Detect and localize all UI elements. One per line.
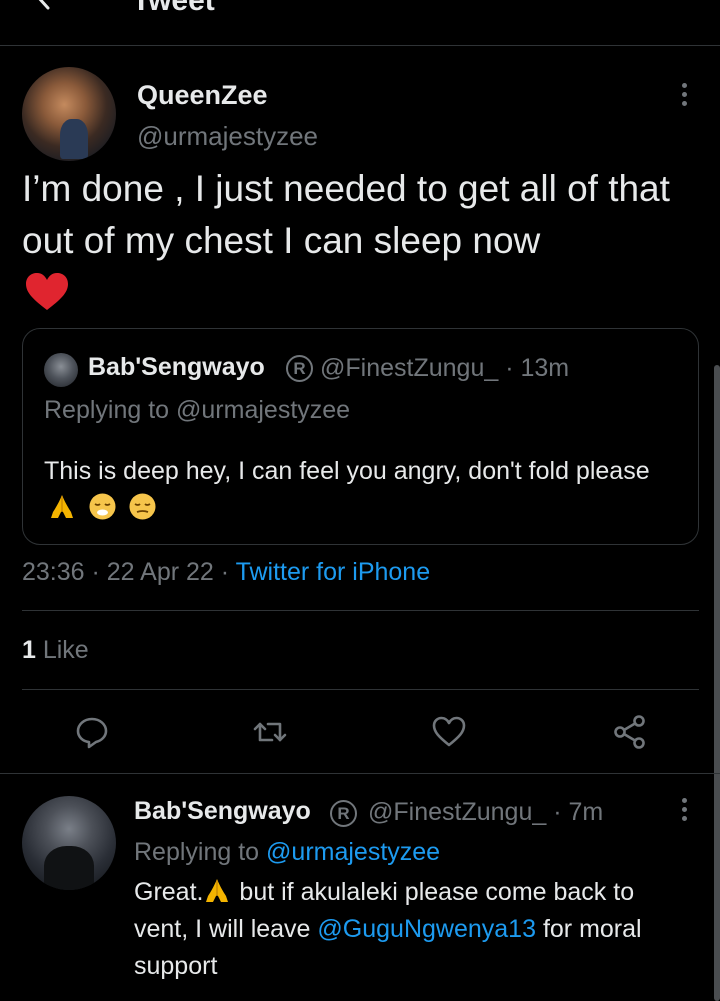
author-handle[interactable]: @urmajestyzee — [137, 121, 318, 152]
tweet-source-link[interactable]: Twitter for iPhone — [236, 558, 431, 586]
tweet-meta: 23:36 · 22 Apr 22 · Twitter for iPhone — [22, 558, 431, 586]
back-arrow-icon[interactable] — [28, 0, 58, 12]
more-vertical-icon[interactable] — [680, 83, 688, 111]
folded-hands-emoji — [51, 495, 73, 518]
author-name[interactable]: QueenZee — [137, 80, 268, 111]
divider — [22, 689, 699, 690]
tweet-text: I’m done , I just needed to get all of t… — [22, 168, 670, 261]
quoted-author-handle: @FinestZungu_ · 13m — [320, 354, 570, 382]
reply-author-avatar[interactable] — [22, 796, 116, 890]
like-icon[interactable] — [431, 714, 467, 750]
scrollbar[interactable] — [714, 365, 720, 1001]
quoted-author-avatar — [44, 353, 78, 387]
heart-emoji — [26, 273, 68, 310]
quoted-author-name: Bab'Sengwayo — [88, 353, 265, 381]
share-icon[interactable] — [612, 714, 648, 750]
relieved-face-emoji — [129, 493, 156, 520]
likes-label: Like — [35, 636, 89, 664]
reply-author-handle[interactable]: @FinestZungu_ · 7m — [368, 798, 603, 827]
registered-mark-icon: R — [286, 355, 313, 382]
folded-hands-emoji — [206, 879, 229, 902]
top-bar: Tweet — [0, 0, 720, 46]
registered-mark-icon: R — [330, 800, 357, 827]
tweet-date: 22 Apr 22 — [106, 558, 214, 586]
divider — [22, 610, 699, 611]
reply-replying-to: Replying to @urmajestyzee — [134, 838, 440, 867]
author-avatar[interactable] — [22, 67, 116, 161]
mention-link[interactable]: @GuguNgwenya13 — [317, 915, 536, 943]
retweet-icon[interactable] — [252, 714, 288, 750]
likes-number: 1 — [22, 636, 36, 664]
quoted-body-text: This is deep hey, I can feel you angry, … — [44, 457, 650, 485]
page-title: Tweet — [132, 0, 215, 17]
quoted-tweet-text: This is deep hey, I can feel you angry, … — [44, 453, 684, 527]
reply-icon[interactable] — [74, 714, 110, 750]
divider — [0, 773, 720, 774]
quoted-replying-to: Replying to @urmajestyzee — [44, 396, 351, 424]
replying-mention-link[interactable]: @urmajestyzee — [266, 838, 440, 866]
reply-author-name[interactable]: Bab'Sengwayo — [134, 797, 311, 826]
replying-prefix: Replying to — [134, 838, 267, 866]
likes-count[interactable]: 1 Like — [22, 636, 89, 665]
more-vertical-icon[interactable] — [680, 798, 688, 826]
reply-text: Great. but if akulaleki please come back… — [134, 874, 694, 985]
reply-text-part1: Great. — [134, 878, 204, 906]
tweet-time: 23:36 — [22, 558, 85, 586]
relieved-face-emoji — [89, 493, 116, 520]
